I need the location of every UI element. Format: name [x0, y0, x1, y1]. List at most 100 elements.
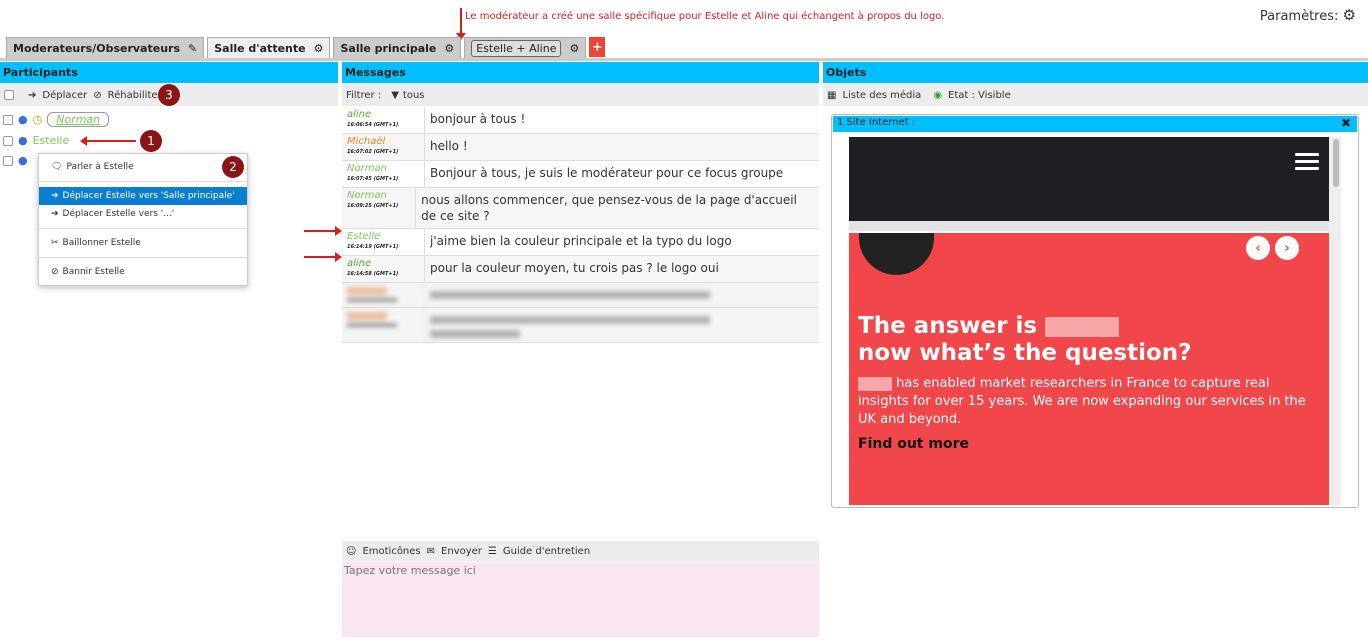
menu-item-label: Parler à Estelle: [66, 162, 134, 172]
menu-item-move-other[interactable]: ➔ Déplacer Estelle vers '...': [39, 205, 247, 223]
website-preview[interactable]: ‹ › The answer is now what’s the questio…: [849, 137, 1341, 505]
arrow-circle-icon: ➔: [51, 191, 59, 201]
menu-item-label: Baillonner Estelle: [62, 238, 141, 248]
message-text: pour la couleur moyen, tu crois pas ? le…: [430, 261, 719, 275]
add-room-button[interactable]: +: [589, 37, 606, 57]
message-author-cell: aline 16:14:58 (GMT+1): [342, 256, 425, 282]
message-author: aline: [347, 109, 372, 120]
message-author: Norman: [347, 163, 387, 174]
site-header: [849, 137, 1329, 221]
scrollbar-thumb[interactable]: [1333, 139, 1339, 187]
message-author: Norman: [347, 190, 387, 201]
gear-icon[interactable]: ⚙: [444, 42, 454, 55]
guide-button[interactable]: Guide d'entretien: [503, 546, 590, 557]
step-badge-1: 1: [140, 130, 162, 152]
visibility-state[interactable]: Etat : Visible: [948, 90, 1011, 101]
tab-estelle-aline[interactable]: Estelle + Aline ⚙: [464, 37, 587, 58]
message-text: Bonjour à tous, je suis le modérateur po…: [430, 166, 784, 180]
message-text: hello !: [430, 139, 468, 153]
participant-row[interactable]: ● Estelle: [3, 134, 69, 147]
gear-icon[interactable]: ⚙: [569, 42, 579, 55]
find-out-more-link[interactable]: Find out more: [858, 436, 969, 452]
message-row: Michaël 16:07:02 (GMT+1) hello !: [342, 134, 819, 161]
pencil-icon[interactable]: ✎: [188, 42, 197, 55]
message-author-cell: Estelle 16:14:19 (GMT+1): [342, 229, 425, 255]
messages-filter-bar: Filtrer : ▼ tous: [342, 84, 819, 106]
message-time: 16:07:45 (GMT+1): [347, 176, 399, 182]
send-button[interactable]: Envoyer: [441, 546, 482, 557]
participant-checkbox[interactable]: [3, 114, 13, 125]
message-time: 16:14:58 (GMT+1): [347, 271, 399, 277]
message-author-cell: Michaël 16:07:02 (GMT+1): [342, 134, 425, 160]
participant-checkbox[interactable]: [3, 135, 13, 146]
filter-icon: ▼: [391, 89, 399, 101]
chevron-right-icon[interactable]: ›: [1275, 236, 1299, 260]
message-author-cell: aline 16:06:54 (GMT+1): [342, 107, 425, 133]
filter-value[interactable]: tous: [403, 90, 425, 101]
redacted-text: [425, 308, 819, 342]
messages-header: Messages: [342, 62, 819, 83]
participant-checkbox[interactable]: [3, 155, 13, 166]
redacted-author: [342, 308, 425, 342]
menu-item-ban[interactable]: ⊘ Bannir Estelle: [39, 263, 247, 281]
menu-item-gag[interactable]: ✂ Baillonner Estelle: [39, 234, 247, 252]
message-author-cell: Norman 16:07:45 (GMT+1): [342, 161, 425, 187]
tab-label: Estelle + Aline: [471, 39, 562, 57]
chevron-left-icon[interactable]: ‹: [1246, 236, 1270, 260]
message-text: j'aime bien la couleur principale et la …: [430, 234, 732, 248]
redacted-author: [342, 283, 425, 307]
tab-salle-attente[interactable]: Salle d'attente ⚙: [207, 37, 331, 58]
tab-label: Moderateurs/Observateurs: [13, 41, 180, 55]
tab-moderateurs[interactable]: Moderateurs/Observateurs ✎: [6, 37, 205, 58]
participant-row[interactable]: ●: [3, 154, 28, 167]
participant-context-menu: 🗨 Parler à Estelle ➔ Déplacer Estelle vers…: [38, 153, 248, 286]
move-button[interactable]: Déplacer: [42, 90, 87, 101]
settings[interactable]: Paramètres: ⚙: [1260, 6, 1356, 24]
menu-item-move-main[interactable]: ➔ Déplacer Estelle vers 'Salle principale…: [39, 187, 247, 205]
chat-icon: 🗨: [51, 162, 63, 172]
hamburger-icon[interactable]: [1295, 153, 1319, 174]
annotation-arrow: [80, 136, 136, 146]
participant-row[interactable]: ● ◷ Norman: [3, 112, 110, 127]
annotation-note: Le modérateur a créé une salle spécifiqu…: [465, 11, 945, 22]
rehab-button[interactable]: Réhabiliter: [108, 90, 162, 101]
media-list-button[interactable]: Liste des média: [842, 90, 921, 101]
message-row: aline 16:06:54 (GMT+1) bonjour à tous !: [342, 107, 819, 134]
select-all-checkbox[interactable]: [4, 90, 14, 100]
tab-divider: [0, 58, 1368, 61]
headline-line-1: The answer is: [858, 313, 1038, 339]
user-icon: ●: [18, 113, 28, 126]
message-text: nous allons commencer, que pensez-vous d…: [421, 193, 797, 223]
headline-line-2: now what’s the question?: [858, 340, 1192, 366]
message-time: 16:14:19 (GMT+1): [347, 244, 399, 250]
menu-separator: [39, 228, 247, 229]
objects-toolbar: ▦ Liste des média ◉ Etat : Visible: [823, 84, 1368, 106]
participant-name[interactable]: Estelle: [33, 134, 70, 147]
room-tabs: Moderateurs/Observateurs ✎ Salle d'attent…: [6, 37, 606, 58]
object-title-bar: 1 Site Internet : ✖: [833, 116, 1357, 132]
message-input[interactable]: [342, 562, 819, 637]
film-icon: ▦: [827, 89, 837, 101]
message-input-toolbar: ☺ Emoticônes ✉ Envoyer ☰ Guide d'entreti…: [342, 541, 819, 561]
participant-name[interactable]: Norman: [47, 112, 110, 127]
gear-icon[interactable]: ⚙: [314, 42, 324, 55]
tab-salle-principale[interactable]: Salle principale ⚙: [333, 37, 462, 58]
menu-separator: [39, 257, 247, 258]
step-badge-2: 2: [222, 156, 244, 178]
annotation-arrow: [304, 252, 342, 262]
menu-item-talk[interactable]: 🗨 Parler à Estelle: [39, 158, 247, 176]
tab-label: Salle d'attente: [214, 41, 306, 55]
scrollbar[interactable]: [1329, 137, 1341, 505]
arrow-circle-icon: ➔: [51, 209, 59, 219]
emoticons-button[interactable]: Emoticônes: [362, 546, 420, 557]
object-title: 1 Site Internet :: [837, 117, 916, 128]
user-icon: ●: [18, 134, 28, 147]
move-icon: ➔: [28, 89, 37, 101]
clock-icon: ◷: [32, 113, 43, 126]
redacted-brand: [858, 376, 892, 391]
close-icon[interactable]: ✖: [1341, 116, 1351, 130]
eye-icon: ◉: [933, 89, 943, 101]
gears-icon[interactable]: ⚙: [1343, 6, 1356, 24]
message-row-redacted: [342, 308, 819, 343]
message-text: bonjour à tous !: [430, 112, 526, 126]
